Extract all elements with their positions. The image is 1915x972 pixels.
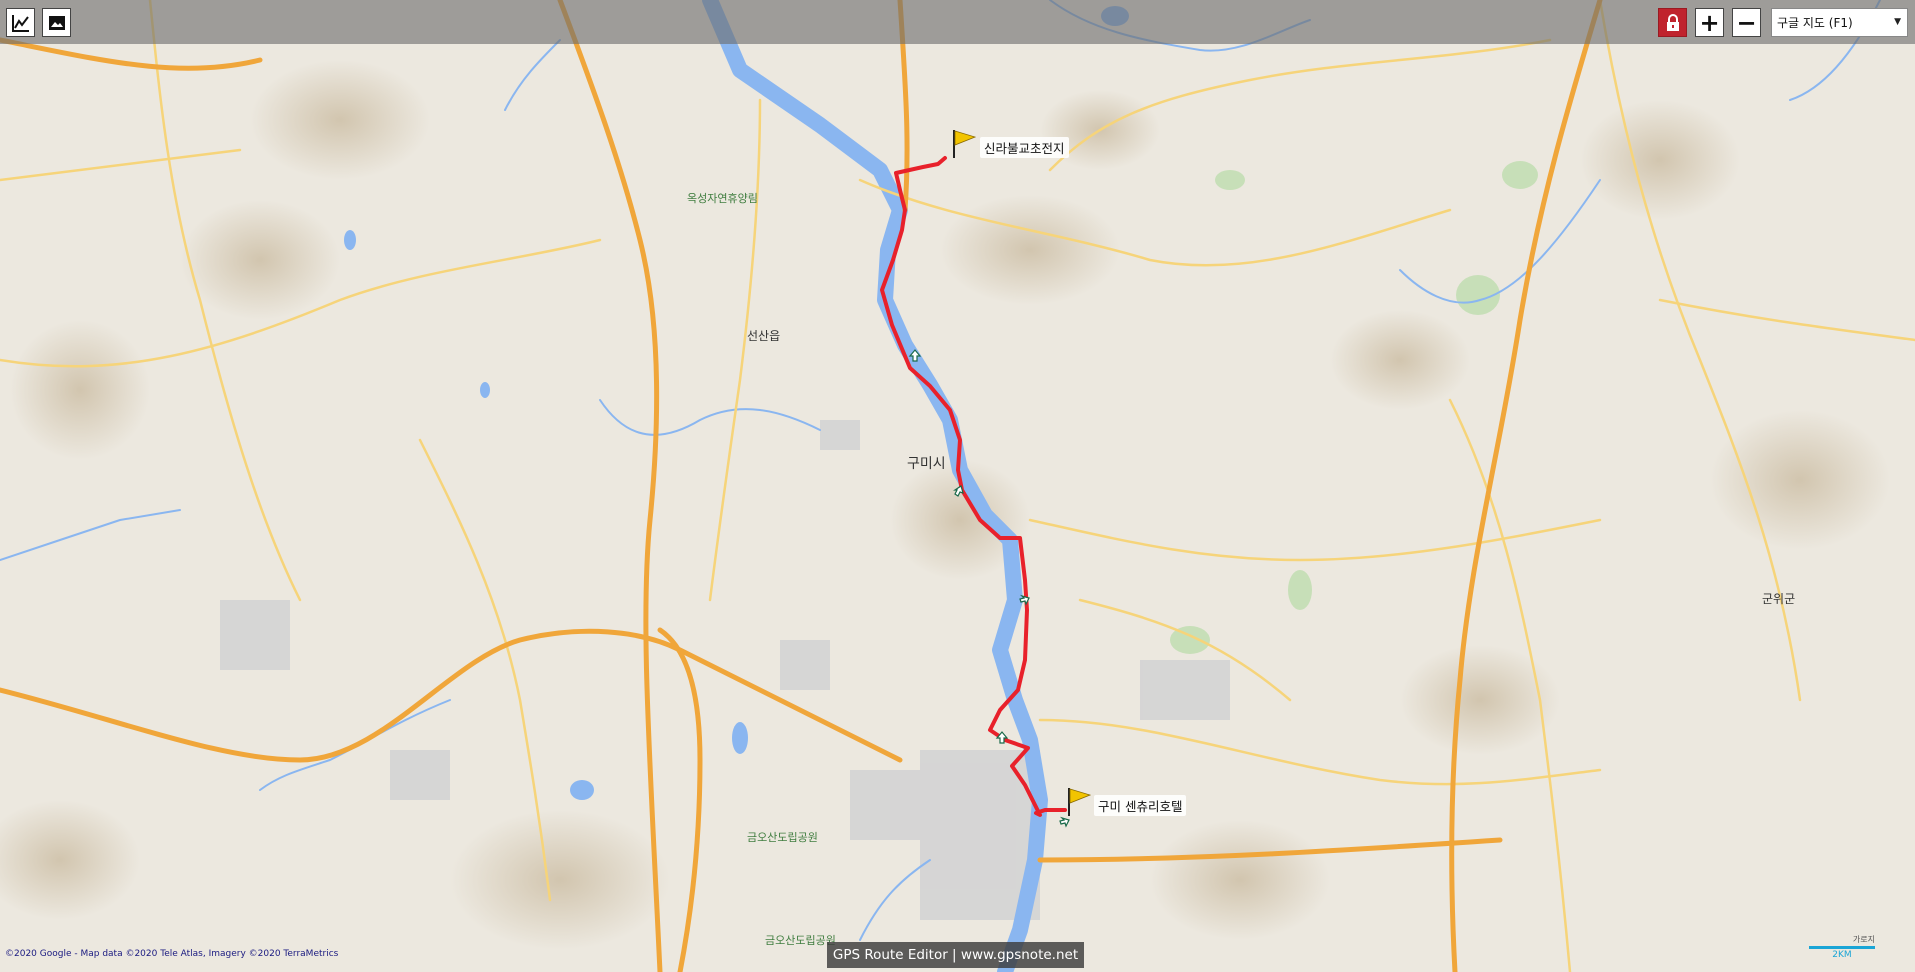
lock-button[interactable] (1658, 8, 1687, 37)
start-flag-label: 신라불교초전지 (980, 137, 1069, 158)
place-label-park: 금오산도립공원 (747, 831, 818, 844)
chevron-down-icon: ▼ (1894, 17, 1901, 27)
map-type-selected-value: 구글 지도 (F1) (1777, 16, 1853, 30)
top-toolbar: + − 구글 지도 (F1) ▼ (0, 0, 1915, 44)
map-canvas[interactable] (0, 0, 1915, 972)
lock-icon (1666, 13, 1679, 31)
map-copyright: ©2020 Google - Map data ©2020 Tele Atlas… (5, 949, 339, 959)
line-chart-icon (11, 14, 29, 32)
place-label-forest: 옥성자연휴양림 (687, 192, 758, 205)
place-label-park: 금오산도립공원 (765, 934, 836, 947)
place-label-gumi: 구미시 (907, 456, 946, 472)
export-image-button[interactable] (42, 8, 71, 37)
end-flag-label: 구미 센츄리호텔 (1094, 795, 1187, 816)
zoom-in-button[interactable]: + (1695, 8, 1724, 37)
scale-bar-line (1809, 946, 1875, 949)
place-label-gunwi: 군위군 (1762, 592, 1796, 606)
place-label-sinsan: 선산읍 (747, 329, 781, 343)
scale-top-label: 가로지 (1852, 935, 1875, 944)
image-icon (48, 15, 65, 30)
scale-bar: 가로지 2KM (1809, 934, 1875, 960)
app-footer[interactable]: GPS Route Editor | www.gpsnote.net (827, 942, 1084, 968)
scale-label: 2KM (1832, 950, 1852, 960)
elevation-chart-button[interactable] (6, 8, 35, 37)
map-type-select[interactable]: 구글 지도 (F1) ▼ (1771, 8, 1908, 37)
zoom-out-button[interactable]: − (1732, 8, 1761, 37)
